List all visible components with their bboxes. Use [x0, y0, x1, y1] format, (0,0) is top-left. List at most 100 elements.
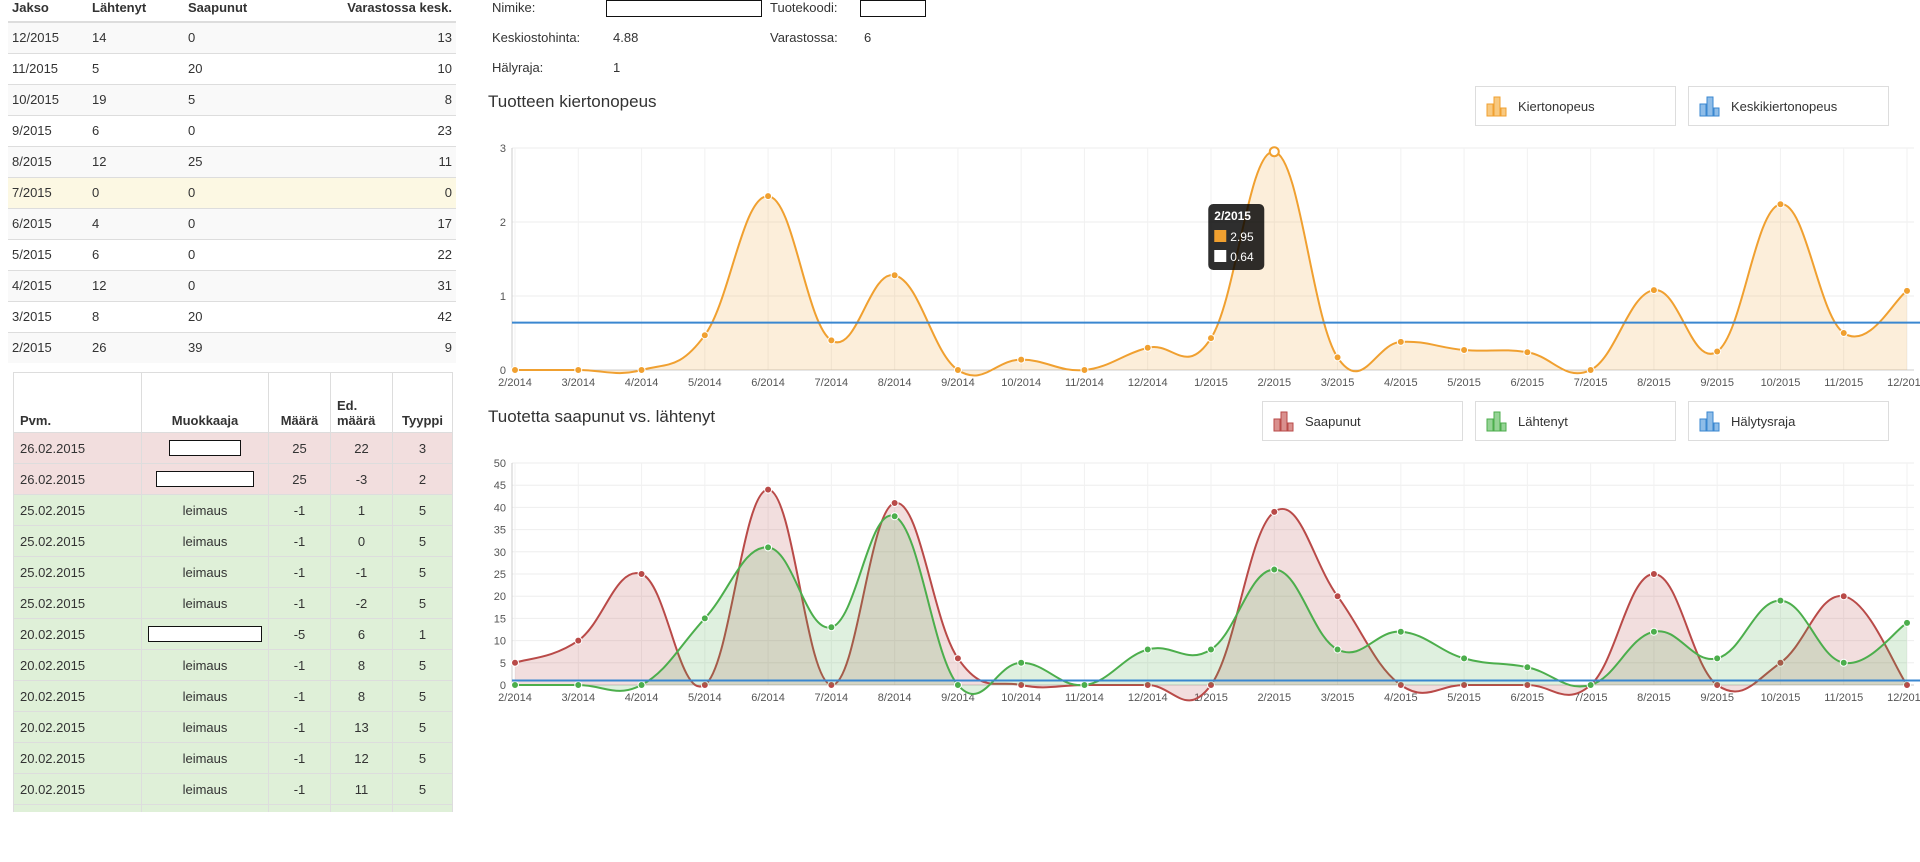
data-point[interactable]	[953, 366, 962, 374]
x-tick-label: 6/2015	[1511, 692, 1545, 704]
data-point[interactable]	[511, 658, 519, 667]
x-tick-label: 12/2015	[1887, 377, 1920, 389]
event-cell-date: 20.02.2015	[13, 804, 142, 812]
data-point[interactable]	[1713, 654, 1722, 663]
data-point[interactable]	[1776, 200, 1785, 209]
legend-label: Kiertonopeus	[1518, 98, 1595, 114]
data-point[interactable]	[890, 498, 899, 507]
col-varastossa: Varastossa kesk.	[294, 0, 456, 23]
legend-keskikiertonopeus[interactable]: Keskikiertonopeus	[1688, 86, 1889, 126]
event-cell-qty: -1	[268, 773, 331, 805]
x-tick-label: 5/2014	[688, 377, 722, 389]
data-point[interactable]	[1523, 348, 1532, 357]
legend-kiertonopeus[interactable]: Kiertonopeus	[1475, 86, 1676, 126]
legend-label: Saapunut	[1305, 413, 1361, 429]
data-point[interactable]	[700, 331, 709, 340]
event-cell-date: 20.02.2015	[13, 649, 142, 681]
data-point[interactable]	[1396, 337, 1405, 346]
summary-row: 2/2015 26 39 9	[8, 331, 456, 363]
event-row: 20.02.2015 leimaus -1 12 5	[13, 742, 453, 774]
x-tick-label: 12/2014	[1128, 377, 1168, 389]
summary-cell: 11	[294, 145, 456, 177]
legend-saapunut[interactable]: Saapunut	[1262, 401, 1463, 441]
data-point[interactable]	[1143, 645, 1152, 654]
data-point[interactable]	[637, 570, 646, 578]
data-point[interactable]	[827, 336, 836, 345]
chart-saapunut-vs-lahtenyt[interactable]: 0 5 10 15 20 25 30 35 40 45 50 2/2014 3/2014 4/2014 5/…	[482, 455, 1920, 717]
data-point[interactable]	[1207, 334, 1215, 343]
data-point[interactable]	[1839, 592, 1848, 601]
events-table-container[interactable]: Pvm. Muokkaaja Määrä Ed. määrä Tyyppi 26…	[13, 372, 453, 812]
data-point[interactable]	[1649, 627, 1658, 636]
data-point[interactable]	[1080, 366, 1089, 374]
event-cell-type: 5	[392, 587, 453, 619]
summary-cell: 11/2015	[8, 52, 88, 84]
data-point[interactable]	[827, 623, 836, 632]
event-cell-type: 5	[392, 649, 453, 681]
data-point[interactable]	[890, 271, 899, 280]
event-cell-date: 25.02.2015	[13, 494, 142, 526]
summary-cell: 8/2015	[8, 145, 88, 177]
data-point[interactable]	[1839, 329, 1848, 337]
col-ed-maara: Ed. määrä	[330, 372, 393, 433]
summary-row: 11/2015 5 20 10	[8, 52, 456, 84]
chart-kiertonopeus[interactable]: 0 1 2 3 2/2014 3/2014 4/2014 5/2014 6/2014 7/2014…	[482, 140, 1920, 402]
legend-halytysraja[interactable]: Hälytysraja	[1688, 401, 1889, 441]
y-tick-label: 35	[494, 525, 506, 537]
data-point[interactable]	[574, 681, 583, 689]
data-point[interactable]	[1649, 570, 1658, 578]
x-tick-label: 2/2015	[1257, 692, 1291, 704]
data-point[interactable]	[890, 512, 899, 521]
data-point[interactable]	[1017, 658, 1026, 667]
event-cell-prev: 12	[330, 742, 393, 774]
data-point[interactable]	[764, 543, 773, 552]
event-cell-prev: 6	[330, 618, 393, 650]
data-point[interactable]	[1270, 507, 1279, 516]
data-point[interactable]	[1143, 343, 1152, 352]
data-point[interactable]	[1713, 347, 1722, 356]
data-point[interactable]	[700, 614, 709, 623]
data-point[interactable]	[953, 681, 962, 689]
event-cell-user: leimaus	[141, 649, 269, 681]
x-tick-label: 12/2015	[1887, 692, 1920, 704]
data-point[interactable]	[1586, 681, 1595, 689]
summary-row: 10/2015 19 5 8	[8, 83, 456, 115]
data-point[interactable]	[1017, 355, 1026, 364]
x-tick-label: 11/2015	[1824, 692, 1863, 704]
data-point[interactable]	[1396, 627, 1405, 636]
keskiostohinta-label: Keskiostohinta:	[492, 30, 581, 45]
event-row: 20.02.2015 leimaus -1 8 5	[13, 649, 453, 681]
data-point[interactable]	[1586, 366, 1595, 374]
data-point[interactable]	[1207, 645, 1215, 654]
data-point[interactable]	[764, 485, 773, 494]
data-point[interactable]	[1080, 681, 1089, 689]
data-point[interactable]	[574, 636, 583, 645]
data-point[interactable]	[1460, 654, 1469, 663]
data-point[interactable]	[1268, 146, 1280, 158]
data-point[interactable]	[764, 192, 773, 201]
data-point[interactable]	[1333, 592, 1342, 601]
data-point[interactable]	[1270, 565, 1279, 574]
data-point[interactable]	[1839, 658, 1848, 667]
data-point[interactable]	[1333, 645, 1342, 654]
data-point[interactable]	[511, 366, 519, 374]
data-point[interactable]	[1523, 663, 1532, 672]
data-point[interactable]	[637, 366, 646, 374]
data-point[interactable]	[953, 654, 962, 663]
data-point[interactable]	[574, 366, 583, 374]
event-cell-prev: -3	[330, 463, 393, 495]
data-point[interactable]	[1460, 346, 1469, 355]
event-row: 25.02.2015 leimaus -1 0 5	[13, 525, 453, 557]
tooltip-value: 0.64	[1230, 250, 1254, 264]
data-point[interactable]	[511, 681, 519, 689]
data-point[interactable]	[1649, 286, 1658, 295]
data-point[interactable]	[1903, 618, 1911, 627]
data-point[interactable]	[1776, 596, 1785, 605]
data-point[interactable]	[1333, 353, 1342, 362]
legend-lahtenyt[interactable]: Lähtenyt	[1475, 401, 1676, 441]
chart-kiertonopeus-title: Tuotteen kiertonopeus	[488, 92, 657, 111]
data-point[interactable]	[1903, 286, 1911, 295]
data-point[interactable]	[637, 681, 646, 689]
summary-cell: 0	[88, 176, 184, 208]
event-cell-type: 5	[392, 680, 453, 712]
